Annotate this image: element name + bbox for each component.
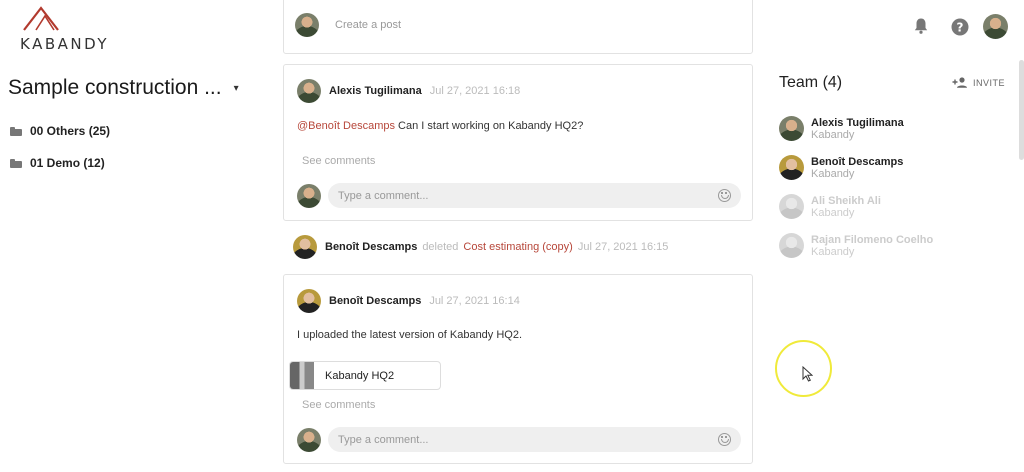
emoji-icon[interactable]: [718, 433, 731, 446]
team-member[interactable]: Alexis Tugilimana Kabandy: [779, 116, 904, 141]
activity-author[interactable]: Benoît Descamps: [325, 241, 417, 253]
mention-link[interactable]: @Benoît Descamps: [297, 120, 395, 132]
post-card: Alexis Tugilimana Jul 27, 2021 16:18 @Be…: [283, 64, 753, 221]
avatar: [295, 13, 319, 37]
folder-icon: [10, 126, 22, 136]
post-header: Benoît Descamps Jul 27, 2021 16:14: [297, 289, 520, 313]
help-icon[interactable]: ?: [951, 18, 969, 41]
post-author[interactable]: Alexis Tugilimana: [329, 85, 422, 97]
member-company: Kabandy: [811, 128, 855, 141]
post-text: Can I start working on Kabandy HQ2?: [395, 120, 584, 132]
invite-label: INVITE: [973, 77, 1006, 88]
activity-item-link[interactable]: Cost estimating (copy): [463, 241, 572, 253]
folder-item[interactable]: 00 Others (25): [10, 124, 110, 138]
folder-icon: [10, 158, 22, 168]
comment-row: Type a comment...: [297, 427, 741, 452]
post-body: @Benoît Descamps Can I start working on …: [297, 120, 583, 132]
team-title: Team (4): [779, 74, 843, 91]
team-member[interactable]: Rajan Filomeno Coelho Kabandy: [779, 233, 933, 258]
mouse-pointer-icon: [802, 365, 814, 387]
activity-time: Jul 27, 2021 16:15: [577, 241, 669, 253]
kabandy-logo[interactable]: KABANDY: [14, 4, 114, 54]
avatar[interactable]: [293, 235, 317, 259]
activity-item: Benoît Descamps deleted Cost estimating …: [293, 235, 668, 259]
team-member[interactable]: Benoît Descamps Kabandy: [779, 155, 903, 180]
scrollbar[interactable]: [1019, 60, 1024, 160]
attachment-chip[interactable]: Kabandy HQ2: [289, 361, 441, 390]
avatar[interactable]: [297, 289, 321, 313]
member-company: Kabandy: [811, 167, 855, 180]
attachment-thumbnail: [290, 362, 314, 389]
post-text: I uploaded the latest version of Kabandy…: [297, 329, 523, 341]
comment-placeholder: Type a comment...: [338, 189, 429, 202]
invite-button[interactable]: INVITE: [952, 77, 1005, 88]
post-author[interactable]: Benoît Descamps: [329, 295, 421, 307]
bell-icon[interactable]: [913, 17, 929, 40]
member-company: Kabandy: [811, 245, 855, 258]
create-post-input[interactable]: Create a post: [335, 19, 401, 31]
comment-input[interactable]: Type a comment...: [328, 427, 741, 452]
kabandy-roof-mark: [23, 6, 59, 31]
folder-label: 00 Others (25): [30, 124, 111, 138]
svg-text:?: ?: [957, 21, 964, 35]
see-comments-link[interactable]: See comments: [302, 155, 375, 167]
comment-placeholder: Type a comment...: [338, 433, 429, 446]
member-name: Ali Sheikh Ali: [811, 194, 881, 207]
member-name: Benoît Descamps: [811, 155, 904, 168]
project-title: Sample construction ...: [8, 76, 222, 99]
chevron-down-icon: ▾: [233, 82, 239, 94]
member-name: Rajan Filomeno Coelho: [811, 233, 934, 246]
member-name: Alexis Tugilimana: [811, 116, 904, 129]
comment-row: Type a comment...: [297, 183, 741, 208]
add-person-icon: [952, 77, 967, 88]
post-header: Alexis Tugilimana Jul 27, 2021 16:18: [297, 79, 520, 103]
logo-text: KABANDY: [20, 35, 109, 53]
avatar: [779, 194, 804, 219]
emoji-icon[interactable]: [718, 189, 731, 202]
comment-input[interactable]: Type a comment...: [328, 183, 741, 208]
folder-label: 01 Demo (12): [30, 156, 105, 170]
post-time: Jul 27, 2021 16:18: [429, 85, 521, 97]
avatar: [779, 116, 804, 141]
avatar: [779, 233, 804, 258]
avatar: [297, 183, 321, 208]
project-selector[interactable]: Sample construction ... ▾: [8, 73, 268, 103]
folder-item[interactable]: 01 Demo (12): [10, 156, 105, 170]
user-avatar[interactable]: [983, 14, 1008, 39]
team-member[interactable]: Ali Sheikh Ali Kabandy: [779, 194, 881, 219]
avatar: [779, 155, 804, 180]
member-company: Kabandy: [811, 206, 855, 219]
attachment-name: Kabandy HQ2: [325, 369, 395, 382]
post-time: Jul 27, 2021 16:14: [429, 295, 520, 307]
activity-verb: deleted: [422, 241, 459, 253]
avatar: [297, 427, 321, 452]
see-comments-link[interactable]: See comments: [302, 399, 375, 411]
create-post-card[interactable]: Create a post: [283, 0, 753, 54]
avatar[interactable]: [297, 79, 321, 103]
